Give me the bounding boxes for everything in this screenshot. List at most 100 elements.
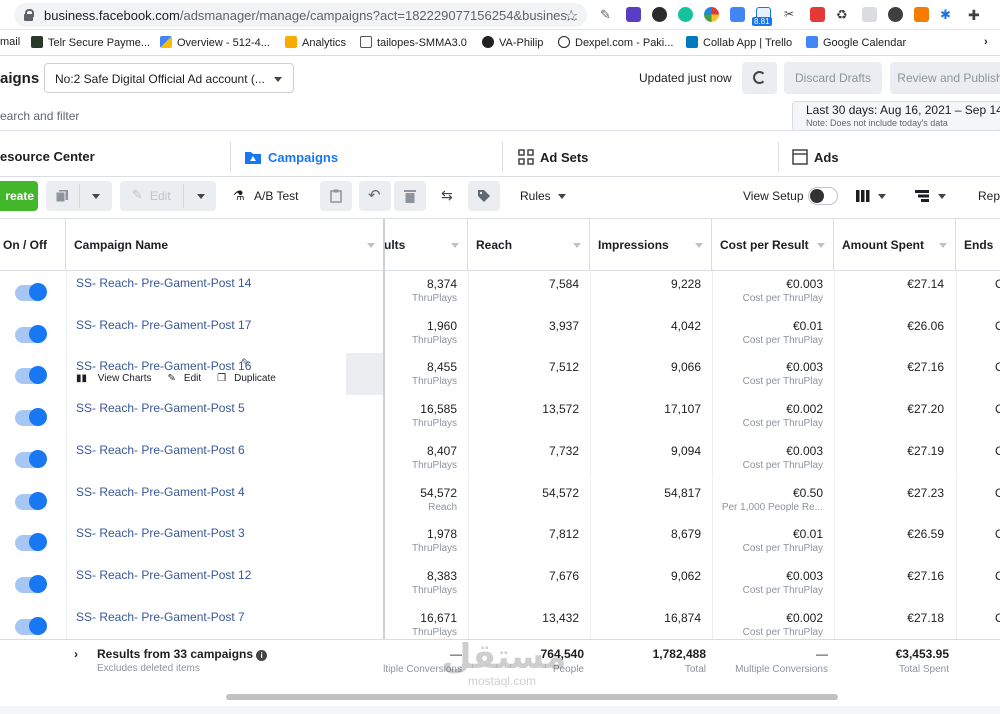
table-row[interactable]: SS- Reach- Pre-Gament-Post 17 1,960 ThruPl… (0, 312, 1000, 355)
campaign-name-link[interactable]: SS- Reach- Pre-Gament-Post 14 (76, 276, 251, 290)
duplicate-dropdown-button[interactable] (46, 181, 112, 211)
edit-dropdown-button[interactable]: ✎ Edit (120, 181, 216, 211)
recycle-icon[interactable]: ♻ (836, 7, 851, 22)
campaign-on-off-toggle[interactable] (15, 408, 47, 427)
pencil-icon[interactable]: ✎ (241, 356, 250, 369)
view-setup-label: View Setup (743, 189, 804, 203)
results-value: 1,960 (426, 318, 457, 333)
campaign-on-off-toggle[interactable] (15, 324, 47, 343)
campaign-on-off-toggle[interactable] (15, 449, 47, 468)
campaign-on-off-toggle[interactable] (15, 283, 47, 301)
puzzle-tool-icon[interactable]: ✂ (784, 7, 799, 22)
columns-dropdown[interactable] (848, 181, 890, 211)
bookmark-dexpel[interactable]: Dexpel.com - Paki... (558, 36, 673, 49)
bookmark-overview[interactable]: Overview - 512-4... (160, 36, 270, 49)
table-row[interactable]: SS- Reach- Pre-Gament-Post 3 1,978 ThruPla… (0, 521, 1000, 563)
column-header-campaign-name[interactable]: Campaign Name (66, 219, 384, 271)
bookmark-va-philip[interactable]: VA-Philip (482, 36, 543, 49)
column-header-amount-spent[interactable]: Amount Spent (834, 219, 956, 271)
pen-extension-icon[interactable]: ✎ (600, 7, 615, 22)
bookmarks-more-icon[interactable]: › (984, 36, 988, 48)
refresh-button[interactable] (742, 62, 777, 94)
column-header-on-off[interactable]: On / Off (0, 219, 66, 271)
tab-campaigns[interactable]: Campaigns (244, 140, 338, 174)
music-extension-icon[interactable] (888, 7, 903, 22)
column-header-reach[interactable]: Reach (468, 219, 590, 271)
breakdown-dropdown[interactable] (908, 181, 950, 211)
export-button[interactable]: ⇆ (434, 181, 464, 211)
bookmark-trello[interactable]: Collab App | Trello (686, 36, 792, 49)
bookmark-analytics[interactable]: Analytics (285, 36, 346, 49)
date-range-picker[interactable]: Last 30 days: Aug 16, 2021 – Sep 14, Not… (792, 101, 1000, 131)
view-charts-action[interactable]: ▮▮ View Charts (76, 373, 160, 384)
review-and-publish-button[interactable]: Review and Publish (890, 62, 1000, 94)
campaign-name-link[interactable]: SS- Reach- Pre-Gament-Post 6 (76, 443, 245, 457)
extensions-puzzle-icon[interactable]: ✚ (968, 7, 983, 23)
rules-dropdown[interactable]: Rules (512, 181, 574, 211)
campaign-name-link[interactable]: SS- Reach- Pre-Gament-Post 16 (76, 359, 251, 373)
campaign-name-link[interactable]: SS- Reach- Pre-Gament-Post 5 (76, 401, 245, 415)
campaign-on-off-toggle[interactable] (15, 616, 47, 635)
campaign-on-off-toggle[interactable] (15, 366, 47, 385)
campaign-name-link[interactable]: SS- Reach- Pre-Gament-Post 3 (76, 526, 245, 540)
campaign-name-link[interactable]: SS- Reach- Pre-Gament-Post 4 (76, 485, 245, 499)
campaign-on-off-toggle[interactable] (15, 491, 47, 510)
table-row[interactable]: SS- Reach- Pre-Gament-Post 4 54,572 Reach 5… (0, 479, 1000, 522)
column-header-cost-per-result[interactable]: Cost per Result (712, 219, 834, 271)
code-extension-icon[interactable] (862, 7, 877, 22)
tab-resource-center[interactable]: esource Center (0, 140, 95, 174)
red-extension-icon[interactable] (810, 7, 825, 22)
column-header-ends[interactable]: Ends (956, 219, 1000, 271)
chevron-right-icon[interactable]: › (74, 647, 78, 661)
campaign-name-link[interactable]: SS- Reach- Pre-Gament-Post 7 (76, 610, 245, 624)
table-row[interactable]: SS- Reach- Pre-Gament-Post 5 16,585 ThruPl… (0, 396, 1000, 438)
cost-per-result-value: €0.002 (786, 402, 823, 417)
ab-test-button[interactable]: ⚗ A/B Test (225, 181, 307, 211)
colorful-extension-icon[interactable] (704, 7, 719, 22)
bookmark-star-icon[interactable]: ☆ (564, 6, 578, 26)
url-text[interactable]: business.facebook.com/adsmanager/manage/… (44, 8, 578, 23)
undo-button[interactable]: ↶ (359, 181, 391, 211)
view-setup-toggle[interactable] (808, 187, 838, 205)
ad-account-selector[interactable]: No:2 Safe Digital Official Ad account (.… (44, 63, 294, 93)
bookmark-google-calendar[interactable]: Google Calendar (806, 36, 906, 49)
address-bar[interactable]: business.facebook.com/adsmanager/manage/… (14, 3, 587, 27)
column-header-results[interactable]: ults (384, 219, 468, 271)
bookmark-mail[interactable]: mail (0, 36, 20, 48)
delete-button[interactable] (394, 181, 426, 211)
extension-icon-k[interactable] (652, 7, 667, 22)
bookmark-telr[interactable]: Telr Secure Payme... (31, 36, 150, 49)
campaign-name-link[interactable]: SS- Reach- Pre-Gament-Post 17 (76, 318, 251, 332)
campaign-name-link[interactable]: SS- Reach- Pre-Gament-Post 12 (76, 568, 251, 582)
column-header-impressions[interactable]: Impressions (590, 219, 712, 271)
discard-drafts-button[interactable]: Discard Drafts (784, 62, 882, 94)
amount-spent-value: €27.18 (907, 610, 944, 625)
clipboard-button[interactable] (320, 181, 352, 211)
date-range-label: Last 30 days: Aug 16, 2021 – Sep 14, (806, 103, 1000, 117)
table-row[interactable]: SS- Reach- Pre-Gament-Post 12 8,383 ThruPl… (0, 562, 1000, 605)
tab-ads[interactable]: Ads (792, 140, 839, 174)
translate-extension-icon[interactable] (730, 7, 745, 22)
campaign-on-off-toggle[interactable] (15, 533, 47, 552)
table-row[interactable]: SS- Reach- Pre-Gament-Post 14 8,374 ThruPl… (0, 271, 1000, 313)
table-row[interactable]: SS- Reach- Pre-Gament-Post 16 ✎ ▮▮ View Ch… (0, 354, 1000, 397)
extension-icon-purple[interactable] (626, 7, 641, 22)
duplicate-action[interactable]: ❐ Duplicate (217, 373, 284, 384)
date-range-note: Note: Does not include today's data (806, 118, 948, 128)
totals-cost-per-result-type: Multiple Conversions (735, 664, 828, 675)
grammarly-icon[interactable] (678, 7, 693, 22)
horizontal-scrollbar[interactable] (226, 694, 838, 700)
search-input[interactable]: earch and filter (0, 109, 79, 123)
chart-extension-icon[interactable] (914, 7, 929, 22)
snowflake-icon[interactable]: ✱ (940, 7, 955, 22)
table-row[interactable]: SS- Reach- Pre-Gament-Post 6 8,407 ThruPla… (0, 437, 1000, 480)
create-button[interactable]: reate (0, 181, 38, 211)
tab-ad-sets[interactable]: Ad Sets (518, 140, 588, 174)
tag-button[interactable] (468, 181, 500, 211)
frozen-column-divider[interactable] (383, 219, 385, 694)
info-icon[interactable]: i (256, 650, 268, 661)
reports-button[interactable]: Rep (978, 189, 1000, 203)
campaign-on-off-toggle[interactable] (15, 574, 47, 593)
bookmark-tailopes[interactable]: tailopes-SMMA3.0 (360, 36, 467, 49)
edit-action[interactable]: ✎ Edit (168, 373, 210, 384)
